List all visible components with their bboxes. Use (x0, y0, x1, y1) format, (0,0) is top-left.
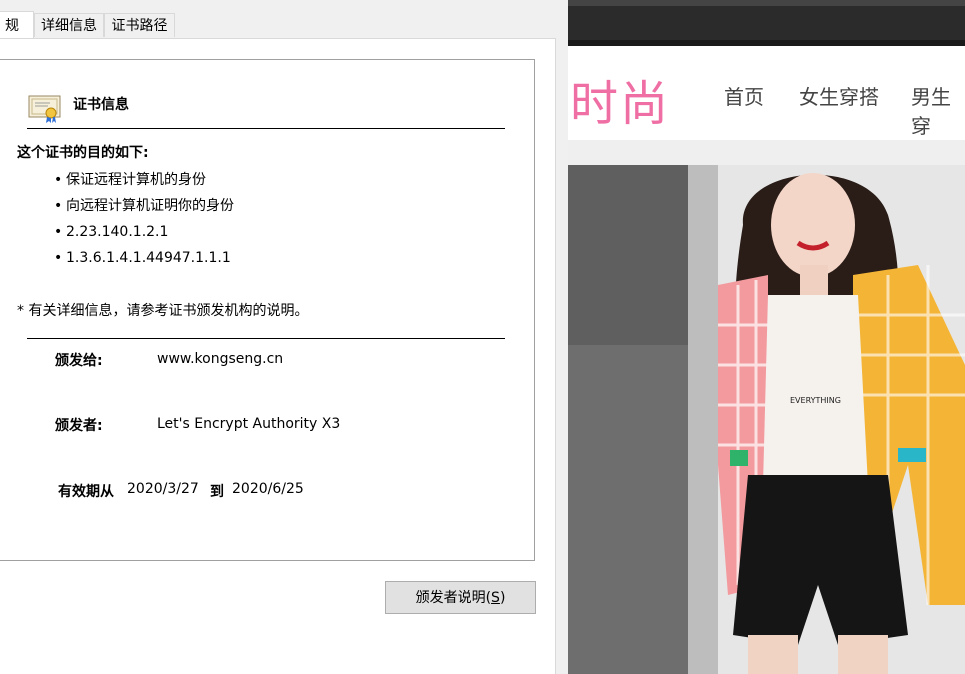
divider (27, 338, 505, 339)
nav-item-men[interactable]: 男生穿 (911, 81, 965, 139)
site-logo[interactable]: 时尚 (570, 64, 670, 134)
purpose-item: • 1.3.6.1.4.1.44947.1.1.1 (54, 250, 231, 266)
accelerator-key: S (491, 590, 500, 606)
divider (27, 128, 505, 129)
valid-from-value: 2020/3/27 (127, 481, 199, 497)
issuer-statement-label: 颁发者说明( (415, 590, 492, 606)
certificate-icon (28, 95, 61, 123)
tab-general[interactable]: 规 (0, 11, 34, 38)
purpose-list: • 保证远程计算机的身份 • 向远程计算机证明你的身份 • 2.23.140.1.2.… (54, 172, 234, 276)
valid-to-value: 2020/6/25 (232, 481, 304, 497)
tab-certification-path[interactable]: 证书路径 (104, 13, 175, 37)
tab-details[interactable]: 详细信息 (34, 13, 104, 37)
purpose-title: 这个证书的目的如下: (17, 145, 149, 161)
tab-page-general: 证书信息 这个证书的目的如下: • 保证远程计算机的身份 • 向远程计算机证明你的身… (0, 38, 556, 674)
issued-to-value: www.kongseng.cn (157, 351, 284, 367)
nav-item-women[interactable]: 女生穿搭 (799, 81, 879, 110)
issued-to-label: 颁发给: (55, 353, 103, 369)
issuer-statement-label-end: ) (499, 590, 506, 606)
valid-to-label: 到 (210, 484, 224, 500)
browser-viewport: 时尚 首页 女生穿搭 男生穿 EVERYTHING (568, 0, 965, 674)
valid-from-label: 有效期从 (58, 484, 114, 500)
purpose-item: • 保证远程计算机的身份 (54, 172, 206, 188)
issued-by-value: Let's Encrypt Authority X3 (157, 416, 341, 432)
site-header: 时尚 首页 女生穿搭 男生穿 (568, 46, 965, 140)
certificate-dialog: 规 详细信息 证书路径 证书信息 这个证书的目的如下: • 保证远程计算机的身份 … (0, 0, 568, 674)
certificate-heading: 证书信息 (73, 97, 129, 113)
browser-toolbar (568, 0, 965, 46)
purpose-item: • 2.23.140.1.2.1 (54, 224, 169, 240)
issuer-statement-button[interactable]: 颁发者说明(S) (385, 581, 536, 614)
purpose-item: • 向远程计算机证明你的身份 (54, 198, 234, 214)
certificate-info-panel: 证书信息 这个证书的目的如下: • 保证远程计算机的身份 • 向远程计算机证明你的身… (0, 59, 535, 561)
hero-photo[interactable]: EVERYTHING (568, 165, 965, 674)
issued-by-label: 颁发者: (55, 418, 103, 434)
shirt-print: EVERYTHING (790, 396, 841, 405)
detail-note: * 有关详细信息，请参考证书颁发机构的说明。 (17, 303, 309, 319)
toolbar-strip (568, 0, 965, 6)
nav-item-home[interactable]: 首页 (724, 81, 764, 110)
